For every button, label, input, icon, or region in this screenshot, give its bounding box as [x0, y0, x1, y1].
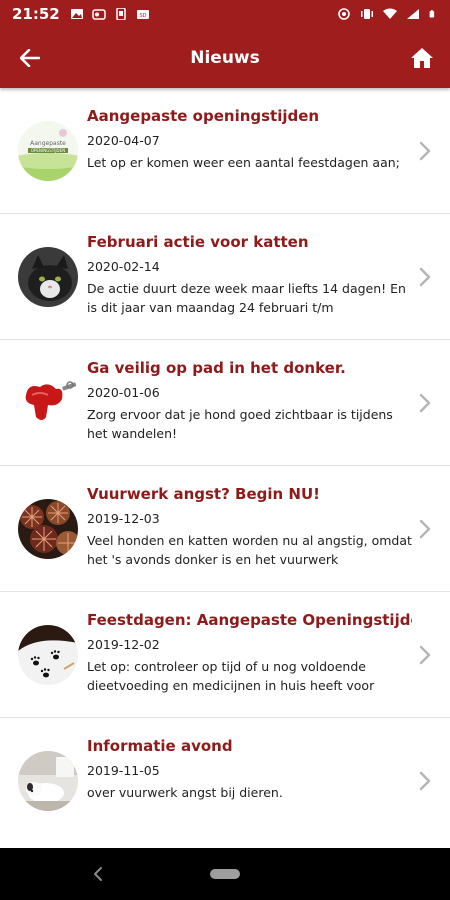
cat-thumb [18, 247, 78, 307]
card-icon [92, 9, 106, 20]
chevron-right-icon [419, 141, 431, 161]
paw-prints-thumb [18, 625, 78, 685]
status-time: 21:52 [12, 5, 60, 23]
news-excerpt: Let op er komen weer een aantal feestdag… [87, 155, 400, 170]
sd-card-icon: SD [136, 10, 149, 19]
news-date: 2020-02-14 [87, 259, 160, 274]
news-thumbnail: Aangepaste OPENINGSTIJDEN [18, 121, 78, 181]
svg-text:SD: SD [139, 13, 146, 19]
chevron-right-icon [419, 267, 431, 287]
home-icon [411, 48, 433, 68]
battery-icon [429, 10, 435, 18]
nav-home-pill[interactable] [210, 869, 240, 879]
chevron-right-icon [419, 519, 431, 539]
news-item[interactable]: Februari actie voor katten 2020-02-14 De… [0, 214, 450, 340]
circle-icon [338, 8, 350, 20]
image-icon [70, 9, 83, 19]
news-excerpt: over vuurwerk angst bij dieren. [87, 785, 283, 800]
news-thumbnail [18, 247, 78, 307]
news-date: 2020-04-07 [87, 133, 160, 148]
red-light-thumb [18, 373, 78, 433]
spring-banner-thumb: Aangepaste OPENINGSTIJDEN [18, 121, 78, 181]
news-item[interactable]: Vuurwerk angst? Begin NU! 2019-12-03 Vee… [0, 466, 450, 592]
news-thumbnail [18, 751, 78, 811]
news-title: Aangepaste openingstijden [87, 107, 320, 125]
back-button[interactable] [14, 42, 46, 74]
news-excerpt: Zorg ervoor dat je hond goed zichtbaar i… [87, 407, 393, 441]
news-item[interactable]: Feestdagen: Aangepaste Openingstijden 20… [0, 592, 450, 718]
news-date: 2019-11-05 [87, 763, 160, 778]
news-item-text: Feestdagen: Aangepaste Openingstijden 20… [87, 610, 412, 695]
svg-text:OPENINGSTIJDEN: OPENINGSTIJDEN [31, 148, 65, 153]
news-thumbnail [18, 625, 78, 685]
svg-text:Aangepaste: Aangepaste [30, 140, 66, 147]
news-date: 2020-01-06 [87, 385, 160, 400]
news-item-text: Informatie avond 2019-11-05 over vuurwer… [87, 736, 412, 802]
fireworks-thumb [18, 499, 78, 559]
news-title: Informatie avond [87, 737, 233, 755]
app-bar: Nieuws [0, 28, 450, 88]
news-item-text: Aangepaste openingstijden 2020-04-07 Let… [87, 106, 412, 172]
nav-back-icon[interactable] [88, 864, 108, 884]
news-excerpt: Let op: controleer op tijd of u nog vold… [87, 659, 375, 693]
vibrate-icon [361, 9, 373, 19]
news-title: Feestdagen: Aangepaste Openingstijden [87, 611, 412, 629]
news-item[interactable]: Ga veilig op pad in het donker. 2020-01-… [0, 340, 450, 466]
news-excerpt: Veel honden en katten worden nu al angst… [87, 533, 412, 567]
wifi-icon [383, 8, 397, 19]
status-bar: 21:52 SD [0, 0, 450, 28]
news-title: Vuurwerk angst? Begin NU! [87, 485, 320, 503]
arrow-left-icon [20, 49, 40, 67]
news-item-text: Vuurwerk angst? Begin NU! 2019-12-03 Vee… [87, 484, 412, 569]
news-item-text: Februari actie voor katten 2020-02-14 De… [87, 232, 412, 317]
news-excerpt: De actie duurt deze week maar liefts 14 … [87, 281, 406, 315]
dog-thumb [18, 751, 78, 811]
news-item[interactable]: Informatie avond 2019-11-05 over vuurwer… [0, 718, 450, 844]
chevron-right-icon [419, 771, 431, 791]
news-item-text: Ga veilig op pad in het donker. 2020-01-… [87, 358, 412, 443]
news-thumbnail [18, 499, 78, 559]
chevron-right-icon [419, 393, 431, 413]
home-button[interactable] [406, 42, 438, 74]
news-date: 2019-12-02 [87, 637, 160, 652]
news-item[interactable]: Aangepaste OPENINGSTIJDEN Aangepaste ope… [0, 88, 450, 214]
news-title: Ga veilig op pad in het donker. [87, 359, 346, 377]
signal-icon [407, 9, 419, 19]
news-list: Aangepaste OPENINGSTIJDEN Aangepaste ope… [0, 88, 450, 844]
news-thumbnail [18, 373, 78, 433]
phone-icon [116, 8, 126, 20]
chevron-right-icon [419, 645, 431, 665]
page-title: Nieuws [190, 48, 260, 68]
news-date: 2019-12-03 [87, 511, 160, 526]
news-title: Februari actie voor katten [87, 233, 309, 251]
system-nav-bar [0, 848, 450, 900]
